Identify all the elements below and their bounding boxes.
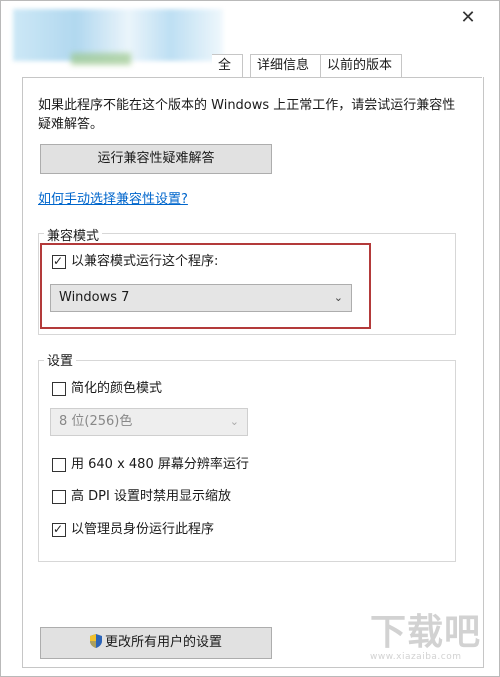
checkbox-unchecked [52, 458, 66, 472]
checkbox-checked [52, 521, 66, 537]
run-troubleshooter-button[interactable]: 运行兼容性疑难解答 [40, 144, 272, 174]
compat-mode-legend: 兼容模式 [44, 225, 103, 244]
title-bar: ✕ [1, 1, 499, 65]
run-in-compat-checkbox[interactable]: 以兼容模式运行这个程序: [52, 253, 219, 270]
os-version-value: Windows 7 [59, 290, 130, 305]
run-as-admin-label: 以管理员身份运行此程序 [71, 522, 215, 537]
res-640-label: 用 640 x 480 屏幕分辨率运行 [71, 457, 249, 472]
color-depth-select[interactable]: 8 位(256)色 ⌄ [50, 408, 248, 436]
close-button[interactable]: ✕ [457, 7, 479, 29]
checkbox-checked [52, 253, 66, 269]
res-640-checkbox[interactable]: 用 640 x 480 屏幕分辨率运行 [52, 457, 249, 473]
reduced-color-checkbox[interactable]: 简化的颜色模式 [52, 381, 162, 397]
manual-compat-link[interactable]: 如何手动选择兼容性设置? [38, 188, 188, 207]
checkbox-unchecked [52, 382, 66, 396]
high-dpi-label: 高 DPI 设置时禁用显示缩放 [71, 489, 231, 504]
change-all-users-label: 更改所有用户的设置 [104, 635, 222, 650]
os-version-select[interactable]: Windows 7 ⌄ [50, 284, 352, 312]
high-dpi-checkbox[interactable]: 高 DPI 设置时禁用显示缩放 [52, 489, 231, 505]
watermark-text: 下载吧 [370, 612, 482, 652]
tab-details[interactable]: 详细信息 [250, 54, 324, 77]
watermark: 下载吧 www.xiazaiba.com [370, 612, 490, 667]
settings-legend: 设置 [44, 350, 77, 369]
tab-compatibility[interactable] [74, 54, 144, 77]
reduced-color-label: 简化的颜色模式 [71, 381, 163, 396]
uac-shield-icon [89, 634, 102, 648]
change-all-users-button[interactable]: 更改所有用户的设置 [40, 627, 272, 659]
watermark-url: www.xiazaiba.com [370, 652, 462, 662]
run-in-compat-label: 以兼容模式运行这个程序: [71, 254, 219, 269]
color-depth-value: 8 位(256)色 [59, 414, 133, 429]
tab-previous-versions[interactable]: 以前的版本 [320, 54, 402, 77]
checkbox-unchecked [52, 490, 66, 504]
intro-text: 如果此程序不能在这个版本的 Windows 上正常工作，请尝试运行兼容性疑难解答… [38, 98, 456, 132]
chevron-down-icon: ⌄ [333, 291, 343, 304]
run-as-admin-checkbox[interactable]: 以管理员身份运行此程序 [52, 521, 215, 538]
tab-security[interactable]: 全 [212, 54, 243, 77]
chevron-down-icon: ⌄ [229, 415, 239, 428]
